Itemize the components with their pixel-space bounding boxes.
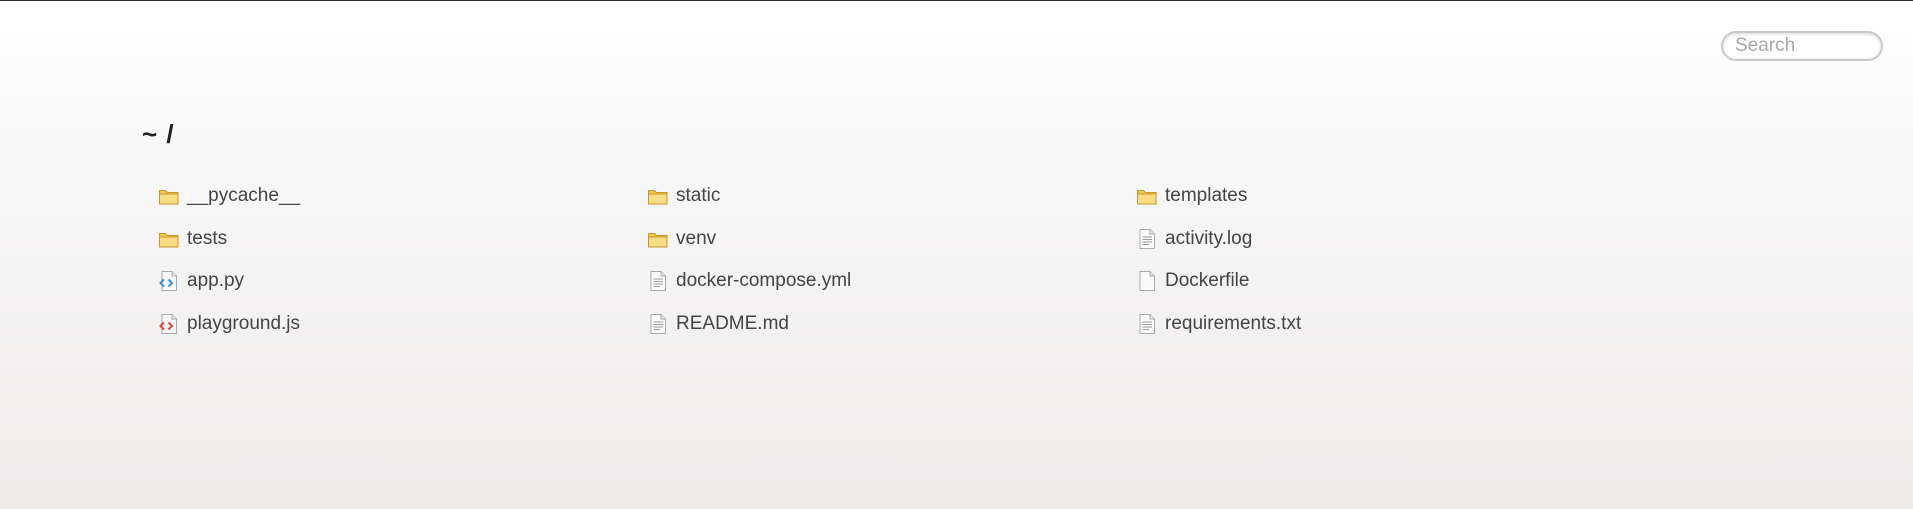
- blank-file-icon: [1136, 270, 1158, 292]
- list-item[interactable]: requirements.txt: [1136, 307, 1625, 341]
- breadcrumb: ~ /: [142, 119, 175, 149]
- folder-icon: [158, 228, 180, 250]
- folder-icon: [158, 185, 180, 207]
- file-name: static: [676, 185, 721, 206]
- javascript-file-icon: [158, 313, 180, 335]
- list-item[interactable]: venv: [647, 222, 1136, 256]
- file-name: activity.log: [1165, 227, 1253, 249]
- list-item[interactable]: playground.js: [158, 307, 647, 341]
- file-name: Dockerfile: [1165, 270, 1250, 291]
- text-file-icon: [1136, 313, 1158, 335]
- file-name: README.md: [676, 312, 789, 334]
- text-file-icon: [647, 270, 669, 292]
- file-name: tests: [187, 227, 228, 249]
- list-item[interactable]: templates: [1136, 179, 1625, 213]
- file-name: __pycache__: [187, 185, 301, 206]
- list-item[interactable]: __pycache__: [158, 179, 647, 213]
- file-name: app.py: [187, 270, 245, 291]
- folder-icon: [647, 185, 669, 207]
- list-item[interactable]: README.md: [647, 307, 1136, 341]
- file-name: templates: [1165, 185, 1248, 206]
- folder-icon: [1136, 185, 1158, 207]
- file-listing: __pycache__ static templates tests venv: [158, 179, 1625, 349]
- list-item[interactable]: static: [647, 179, 1136, 213]
- list-item[interactable]: tests: [158, 222, 647, 256]
- list-item[interactable]: docker-compose.yml: [647, 264, 1136, 298]
- folder-icon: [647, 228, 669, 250]
- file-name: playground.js: [187, 312, 301, 334]
- file-name: docker-compose.yml: [676, 270, 852, 291]
- file-name: requirements.txt: [1165, 312, 1302, 334]
- list-item[interactable]: Dockerfile: [1136, 264, 1625, 298]
- list-item[interactable]: app.py: [158, 264, 647, 298]
- file-name: venv: [676, 227, 717, 249]
- list-item[interactable]: activity.log: [1136, 222, 1625, 256]
- text-file-icon: [647, 313, 669, 335]
- text-file-icon: [1136, 228, 1158, 250]
- python-file-icon: [158, 270, 180, 292]
- search-input[interactable]: [1721, 31, 1883, 61]
